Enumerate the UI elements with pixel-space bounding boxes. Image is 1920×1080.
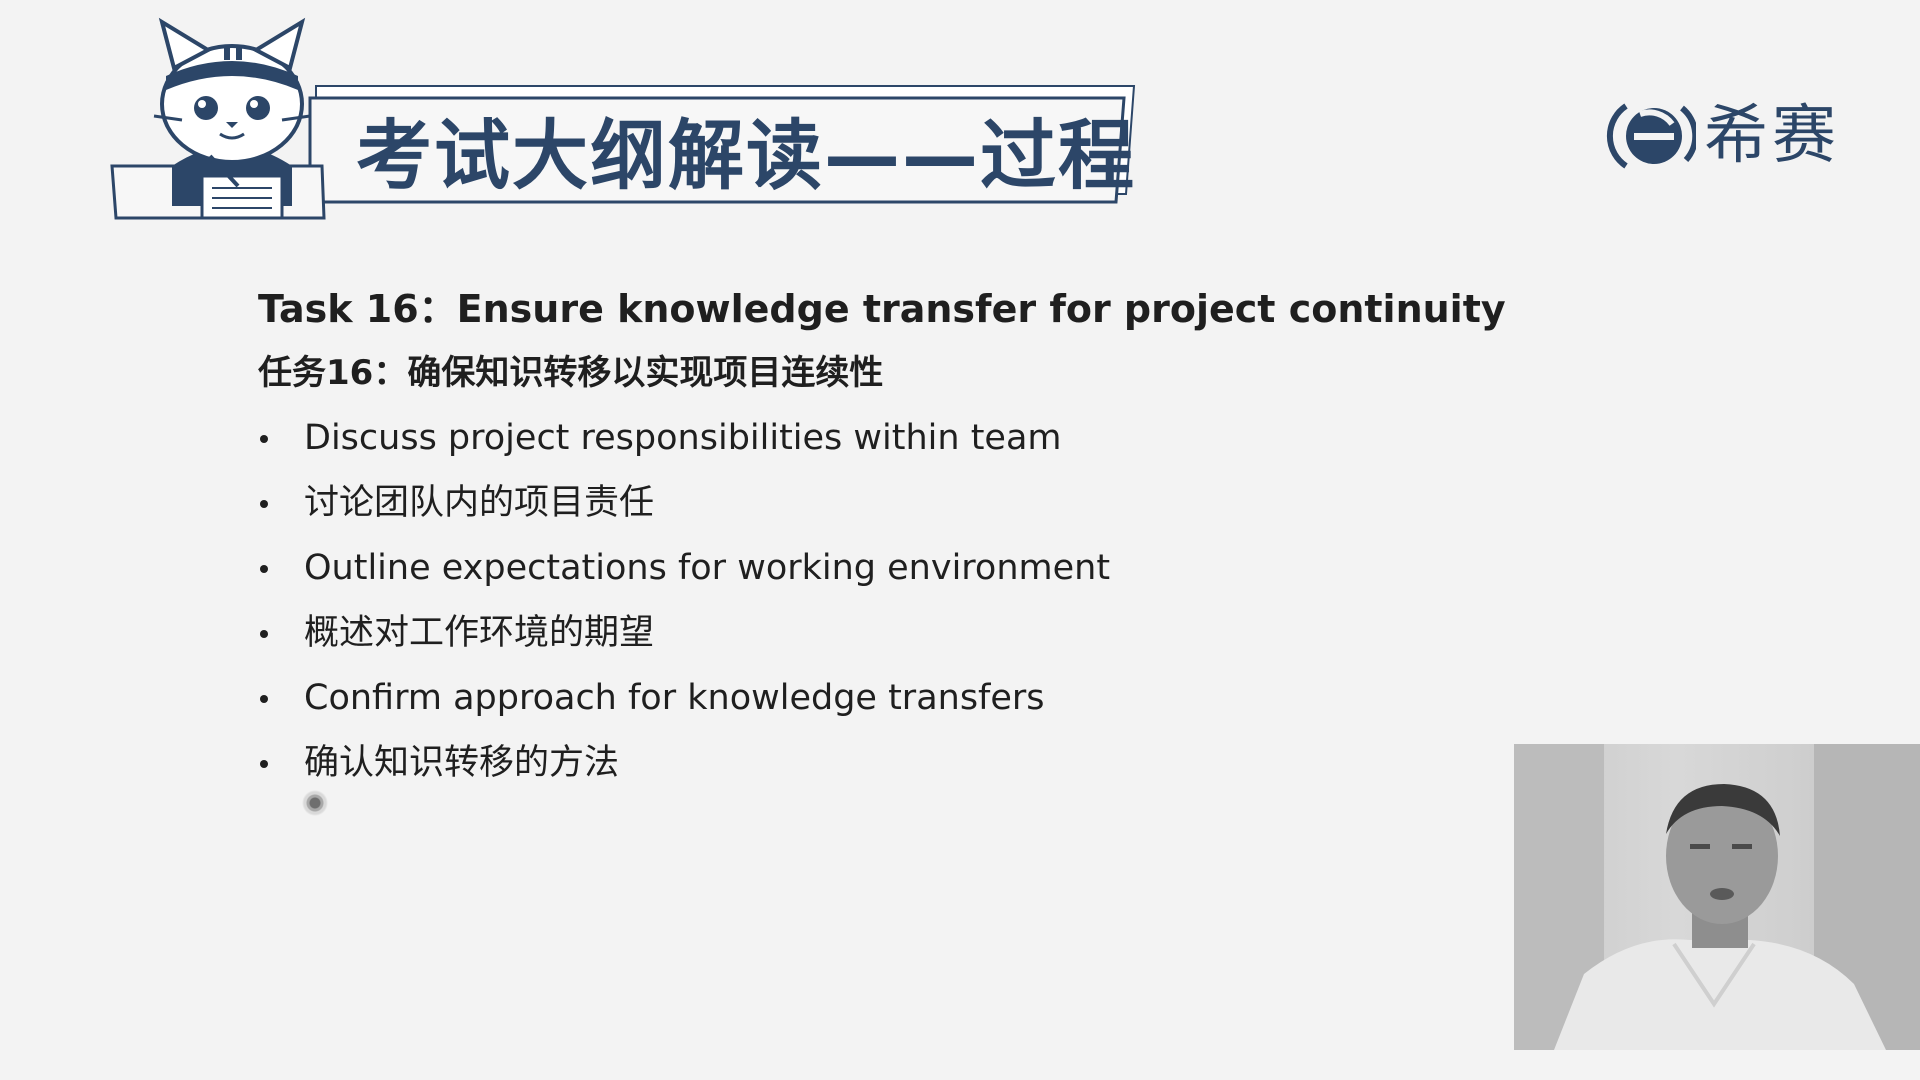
xisai-e-logo-icon bbox=[1606, 103, 1696, 169]
task-title-en: Task 16：Ensure knowledge transfer for pr… bbox=[258, 287, 1506, 331]
webcam-video bbox=[1514, 744, 1920, 1050]
brand-name: 希赛 bbox=[1704, 99, 1840, 173]
slide: 考试大纲解读——过程 希赛 Task 16：Ensure knowledge t… bbox=[0, 0, 1920, 1080]
slide-content: Task 16：Ensure knowledge transfer for pr… bbox=[258, 278, 1506, 796]
bullet-item: 概述对工作环境的期望 bbox=[258, 601, 1458, 666]
bullet-text: Confirm approach for knowledge transfers bbox=[304, 678, 1045, 718]
cat-mascot-icon bbox=[153, 17, 311, 220]
bullet-text: 确认知识转移的方法 bbox=[304, 743, 620, 783]
bullet-item: Confirm approach for knowledge transfers bbox=[258, 666, 1458, 731]
bullet-dot-icon bbox=[260, 500, 268, 508]
bullet-text: 概述对工作环境的期望 bbox=[304, 613, 655, 653]
task-title-cn: 任务16：确保知识转移以实现项目连续性 bbox=[258, 353, 884, 393]
brand-logo: 希赛 bbox=[1606, 96, 1840, 176]
bullet-dot-icon bbox=[260, 565, 268, 573]
bullet-dot-icon bbox=[260, 435, 268, 443]
bullet-text: Discuss project responsibilities within … bbox=[304, 418, 1062, 458]
presenter-icon bbox=[1514, 744, 1920, 1050]
bullet-text: 讨论团队内的项目责任 bbox=[304, 483, 655, 523]
bullet-item: Outline expectations for working environ… bbox=[258, 536, 1458, 601]
bullet-dot-icon bbox=[260, 760, 268, 768]
page-title: 考试大纲解读——过程 bbox=[356, 111, 1136, 200]
bullet-item: 讨论团队内的项目责任 bbox=[258, 471, 1458, 536]
bullet-text: Outline expectations for working environ… bbox=[304, 548, 1111, 588]
mouse-cursor-icon bbox=[302, 790, 328, 816]
bullet-dot-icon bbox=[260, 630, 268, 638]
bullet-dot-icon bbox=[260, 695, 268, 703]
bullet-list: Discuss project responsibilities within … bbox=[258, 406, 1458, 796]
bullet-item: 确认知识转移的方法 bbox=[258, 731, 1458, 796]
bullet-item: Discuss project responsibilities within … bbox=[258, 406, 1458, 471]
